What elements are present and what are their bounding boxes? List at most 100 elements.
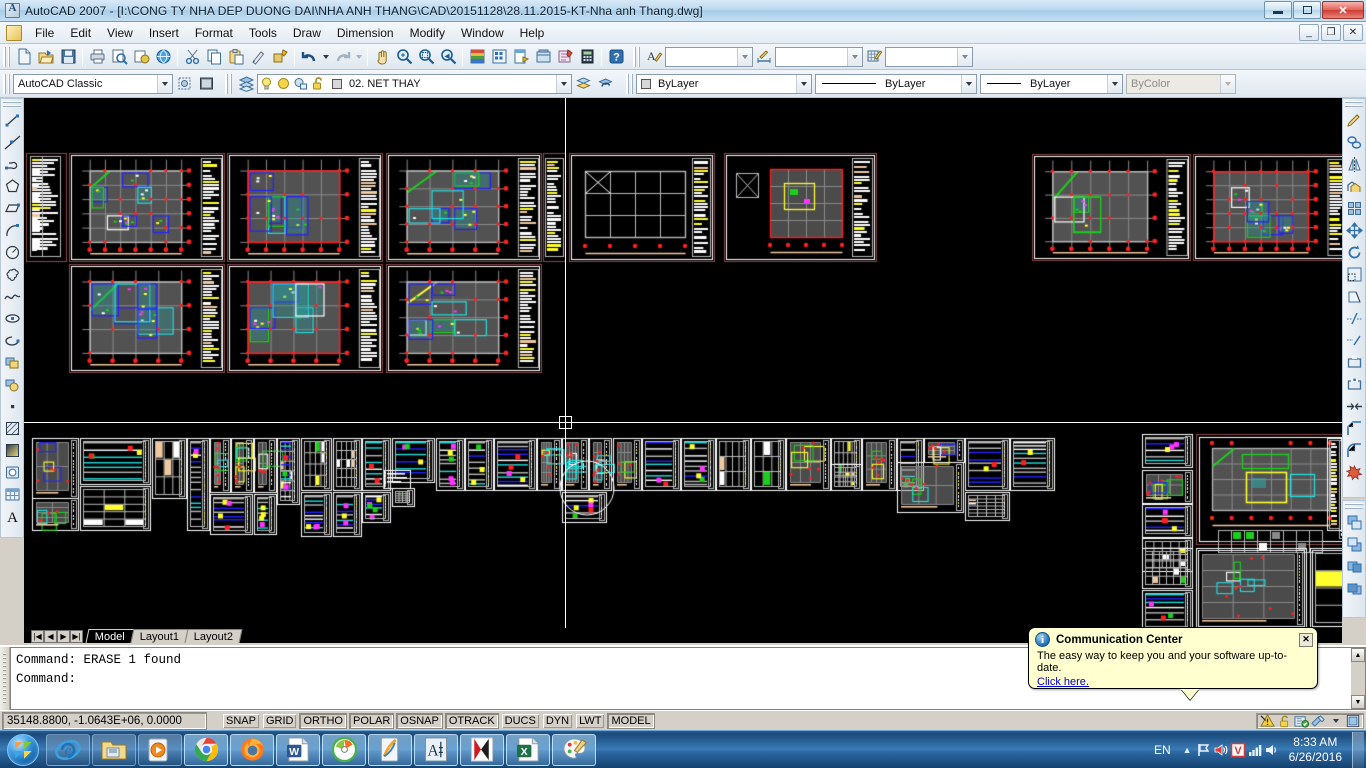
paste-icon[interactable] [225,46,247,68]
chevron-down-icon[interactable] [556,74,571,93]
explode-icon[interactable] [1343,461,1365,483]
previous-tab-icon[interactable]: ◀ [44,630,57,643]
paint-icon[interactable] [552,733,596,766]
properties-icon[interactable] [466,46,488,68]
modify-toolbar-grip[interactable] [1345,101,1363,107]
workspace-settings-icon[interactable] [173,73,195,95]
tray-options-icon[interactable] [1327,714,1344,729]
status-toggle-dyn[interactable]: DYN [541,712,574,729]
pan-realtime-icon[interactable] [371,46,393,68]
offset-icon[interactable] [1343,175,1365,197]
quickcalc-icon[interactable] [576,46,598,68]
workspaces-toolbar-grip[interactable] [3,73,10,94]
extend-icon[interactable] [1343,329,1365,351]
break-at-point-icon[interactable] [1343,373,1365,395]
maximize-button[interactable] [1293,1,1321,19]
last-tab-icon[interactable]: ▶| [70,630,83,643]
kaspersky-icon[interactable] [460,733,504,766]
hatch-icon[interactable] [1,417,23,439]
make-object-layer-current-icon[interactable] [572,73,594,95]
lightbulb-on-icon[interactable] [258,73,275,95]
erase-icon[interactable] [1343,109,1365,131]
layer-control-combo[interactable]: 02. NET THAY [257,73,572,95]
manage-xrefs-icon[interactable] [1310,714,1327,729]
send-to-back-icon[interactable] [1343,533,1365,555]
next-tab-icon[interactable]: ▶ [57,630,70,643]
communication-center-icon[interactable] [1293,714,1310,729]
region-icon[interactable] [1,461,23,483]
new-icon[interactable] [13,46,35,68]
text-style-combo[interactable] [665,46,753,67]
toolbar-grip[interactable] [633,46,640,67]
volume-icon[interactable] [1213,743,1230,758]
scale-icon[interactable] [1343,263,1365,285]
publish-icon[interactable] [130,46,152,68]
layers-toolbar-grip[interactable] [225,73,232,94]
chevron-down-icon[interactable] [1107,74,1122,93]
table-icon[interactable] [1,483,23,505]
table-style-combo[interactable] [885,46,973,67]
mdi-restore-button[interactable]: ❐ [1321,24,1341,41]
stretch-icon[interactable] [1343,285,1365,307]
taskbar-clock[interactable]: 8:33 AM 6/26/2016 [1281,735,1350,765]
minimize-button[interactable] [1264,1,1292,19]
close-button[interactable]: ✕ [1322,1,1364,19]
network-flag-icon[interactable] [1196,743,1213,758]
menu-format[interactable]: Format [187,23,241,43]
status-toggle-model[interactable]: MODEL [607,712,655,729]
open-icon[interactable] [35,46,57,68]
media-player-icon[interactable] [138,733,182,766]
sheet-set-manager-icon[interactable] [532,46,554,68]
chevron-down-icon[interactable] [957,47,972,66]
bring-above-object-icon[interactable] [1343,555,1365,577]
dimension-style-icon[interactable] [753,46,775,68]
rotate-icon[interactable] [1343,241,1365,263]
tab-model[interactable]: Model [85,629,135,643]
color-control-combo[interactable]: ByLayer [636,73,812,94]
mdi-close-button[interactable]: ✕ [1343,24,1363,41]
command-scrollbar[interactable]: ▲ ▼ [1351,647,1366,710]
draworder-toolbar-grip[interactable] [1345,503,1363,509]
status-toggle-polar[interactable]: POLAR [349,712,395,729]
undo-dropdown-icon[interactable] [320,46,331,68]
menu-dimension[interactable]: Dimension [329,23,402,43]
layer-properties-manager-icon[interactable] [235,73,257,95]
chevron-down-icon[interactable] [847,47,862,66]
table-style-icon[interactable] [863,46,885,68]
unlock-icon[interactable] [309,73,328,95]
zoom-realtime-icon[interactable] [393,46,415,68]
block-editor-icon[interactable] [269,46,291,68]
workspace-combo[interactable]: AutoCAD Classic [13,73,173,94]
redo-icon[interactable] [331,46,353,68]
line-icon[interactable] [1,109,23,131]
plot-icon[interactable] [86,46,108,68]
show-hidden-icons-icon[interactable]: ▲ [1179,743,1196,758]
chevron-down-icon[interactable] [157,74,172,93]
chevron-down-icon[interactable] [796,74,811,93]
speaker-icon[interactable] [1264,743,1281,758]
internet-explorer-icon[interactable]: e [46,733,90,766]
menu-window[interactable]: Window [453,23,512,43]
move-icon[interactable] [1343,219,1365,241]
menu-file[interactable]: File [27,23,62,43]
status-toggle-grid[interactable]: GRID [261,712,298,729]
ellipse-arc-icon[interactable] [1,329,23,351]
spline-icon[interactable] [1,285,23,307]
make-block-icon[interactable] [1,373,23,395]
microsoft-word-icon[interactable]: W [276,733,320,766]
plot-preview-icon[interactable] [108,46,130,68]
freeze-viewport-icon[interactable] [292,73,309,95]
status-toggle-ortho[interactable]: ORTHO [299,712,347,729]
mirror-icon[interactable] [1343,153,1365,175]
unikey-icon[interactable]: V [1230,742,1247,758]
windows-explorer-icon[interactable] [92,733,136,766]
bring-to-front-icon[interactable] [1343,511,1365,533]
tool-palettes-icon[interactable] [510,46,532,68]
coordinate-display[interactable]: 35148.8800, -1.0643E+06, 0.0000 [2,711,207,730]
google-chrome-icon[interactable] [184,733,228,766]
sun-thaw-icon[interactable] [275,73,292,95]
rectangle-icon[interactable] [1,197,23,219]
circle-icon[interactable] [1,241,23,263]
menu-draw[interactable]: Draw [285,23,329,43]
undo-icon[interactable] [298,46,320,68]
